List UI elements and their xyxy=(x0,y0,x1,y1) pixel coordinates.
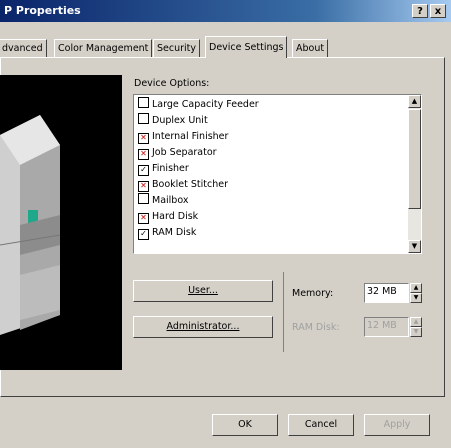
spin-up-icon[interactable]: ▲ xyxy=(410,283,422,293)
option-booklet-stitcher[interactable]: ✕ Booklet Stitcher xyxy=(138,177,228,193)
option-large-capacity-feeder[interactable]: Large Capacity Feeder xyxy=(138,97,259,113)
tab-device-settings[interactable]: Device Settings xyxy=(205,36,288,58)
memory-label: Memory: xyxy=(292,288,334,299)
memory-field[interactable]: 32 MB xyxy=(364,283,409,303)
ram-disk-field[interactable]: 12 MB xyxy=(364,317,409,337)
device-options-label: Device Options: xyxy=(134,78,210,89)
option-hard-disk[interactable]: ✕ Hard Disk xyxy=(138,209,198,225)
administrator-button[interactable]: Administrator... xyxy=(133,316,273,338)
printer-preview-image xyxy=(0,75,122,370)
tab-security[interactable]: Security xyxy=(153,39,201,57)
option-ram-disk[interactable]: ✓ RAM Disk xyxy=(138,225,196,241)
option-finisher[interactable]: ✓ Finisher xyxy=(138,161,189,177)
window-title: P Properties xyxy=(4,4,81,17)
checkmark-icon[interactable]: ✓ xyxy=(138,229,149,240)
tab-strip: dvanced Color Management Security Device… xyxy=(0,36,451,58)
user-button[interactable]: User... xyxy=(133,280,273,302)
checkbox-icon[interactable] xyxy=(138,193,149,204)
cancel-button[interactable]: Cancel xyxy=(288,414,354,436)
list-scrollbar[interactable]: ▲ ▼ xyxy=(408,95,421,253)
scroll-up-arrow-icon[interactable]: ▲ xyxy=(408,95,421,108)
checkmark-icon[interactable]: ✓ xyxy=(138,165,149,176)
ram-disk-label: RAM Disk: xyxy=(292,322,340,333)
close-button[interactable]: x xyxy=(430,4,446,18)
checkbox-icon[interactable] xyxy=(138,97,149,108)
apply-button[interactable]: Apply xyxy=(364,414,430,436)
unavailable-x-icon[interactable]: ✕ xyxy=(138,149,149,160)
memory-spinner[interactable]: ▲ ▼ xyxy=(410,283,422,303)
device-options-list[interactable]: Large Capacity Feeder Duplex Unit ✕ Inter… xyxy=(133,94,422,254)
unavailable-x-icon[interactable]: ✕ xyxy=(138,181,149,192)
spin-up-icon[interactable]: ▲ xyxy=(410,317,422,327)
help-button[interactable]: ? xyxy=(412,4,428,18)
option-mailbox[interactable]: Mailbox xyxy=(138,193,188,209)
spin-down-icon[interactable]: ▼ xyxy=(410,293,422,303)
ok-button[interactable]: OK xyxy=(212,414,278,436)
option-duplex-unit[interactable]: Duplex Unit xyxy=(138,113,208,129)
tab-color-management[interactable]: Color Management xyxy=(54,39,153,57)
tab-advanced[interactable]: dvanced xyxy=(0,39,47,57)
option-internal-finisher[interactable]: ✕ Internal Finisher xyxy=(138,129,228,145)
printer-illustration xyxy=(0,115,61,335)
spin-down-icon[interactable]: ▼ xyxy=(410,327,422,337)
scroll-down-arrow-icon[interactable]: ▼ xyxy=(408,240,421,253)
tab-about[interactable]: About xyxy=(292,39,329,57)
unavailable-x-icon[interactable]: ✕ xyxy=(138,133,149,144)
scroll-thumb[interactable] xyxy=(408,109,421,209)
checkbox-icon[interactable] xyxy=(138,113,149,124)
title-bar[interactable]: P Properties ? x xyxy=(0,0,451,22)
properties-window: P Properties ? x dvanced Color Managemen… xyxy=(0,0,451,448)
unavailable-x-icon[interactable]: ✕ xyxy=(138,213,149,224)
option-job-separator[interactable]: ✕ Job Separator xyxy=(138,145,217,161)
ram-disk-spinner[interactable]: ▲ ▼ xyxy=(410,317,422,337)
